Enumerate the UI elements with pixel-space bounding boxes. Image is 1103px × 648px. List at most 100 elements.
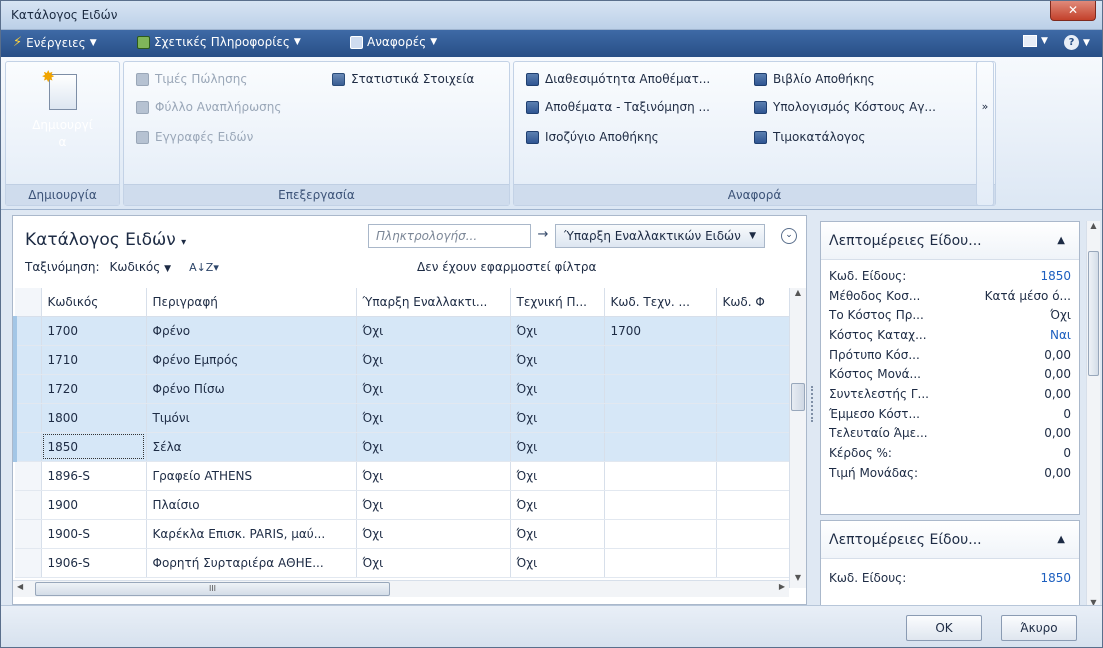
lightning-icon: ⚡ bbox=[13, 35, 23, 50]
item-details-factbox: Λεπτομέρειες Είδου... ▲ Κωδ. Είδους: 1850 … bbox=[820, 221, 1080, 515]
new-button[interactable]: ✸ Δημιουργί α bbox=[6, 66, 119, 181]
cell-vendor-code bbox=[716, 490, 789, 520]
row-selector[interactable] bbox=[13, 374, 42, 404]
table-row[interactable]: 1906-S Φορητή Συρταριέρα ΑΘΗΕ... Όχι Όχι bbox=[15, 548, 789, 578]
factbox-row: Μέθοδος Κοσ... Κατά μέσο ό... bbox=[821, 286, 1079, 306]
sort-field-select[interactable]: Κωδικός ▼ bbox=[110, 260, 172, 274]
item-details-factbox-2: Λεπτομέρειες Είδου... ▲ Κωδ. Είδους: 1850 bbox=[820, 520, 1080, 606]
column-header-technical[interactable]: Τεχνική Π... bbox=[510, 288, 605, 317]
help-menu[interactable]: ? ▼ bbox=[1064, 35, 1090, 50]
ledger-icon bbox=[136, 130, 149, 144]
table-row[interactable]: 1900 Πλαίσιο Όχι Όχι bbox=[15, 490, 789, 520]
scroll-right-icon[interactable]: ▶ bbox=[779, 582, 785, 591]
requisition-worksheet-button[interactable]: Φύλλο Αναπλήρωσης bbox=[136, 100, 281, 114]
statistics-label: Στατιστικά Στοιχεία bbox=[351, 72, 475, 86]
scroll-thumb[interactable] bbox=[1088, 251, 1099, 376]
statistics-button[interactable]: Στατιστικά Στοιχεία bbox=[332, 72, 474, 86]
cost-calculation-button[interactable]: Υπολογισμός Κόστους Αγ... bbox=[754, 100, 936, 114]
scroll-up-icon[interactable]: ▲ bbox=[790, 288, 806, 297]
factbox-header[interactable]: Λεπτομέρειες Είδου... ▲ bbox=[821, 521, 1079, 559]
inventory-sorting-button[interactable]: Αποθέματα - Ταξινόμηση ... bbox=[526, 100, 710, 114]
scroll-down-icon[interactable]: ▼ bbox=[790, 573, 806, 582]
table-row[interactable]: 1896-S Γραφείο ATHENS Όχι Όχι bbox=[15, 461, 789, 491]
group-label-report: Αναφορά bbox=[514, 184, 995, 205]
cancel-button[interactable]: Άκυρο bbox=[1001, 615, 1077, 641]
filter-field-select[interactable]: Ύπαρξη Εναλλακτικών Ειδών ▼ bbox=[555, 224, 765, 248]
cell-tech-code bbox=[604, 519, 717, 549]
grid-horizontal-scrollbar[interactable]: ◀ III ▶ bbox=[13, 580, 789, 597]
close-icon: ✕ bbox=[1067, 3, 1079, 17]
apply-filter-button[interactable]: → bbox=[533, 224, 553, 248]
column-header-code[interactable]: Κωδικός bbox=[41, 288, 147, 317]
header-row: Κωδικός Περιγραφή Ύπαρξη Εναλλακτι... Τε… bbox=[15, 288, 789, 317]
factbox-row: Συντελεστής Γ... 0,00 bbox=[821, 384, 1079, 404]
factbox-header[interactable]: Λεπτομέρειες Είδου... ▲ bbox=[821, 222, 1079, 260]
splitter-handle[interactable] bbox=[811, 386, 815, 422]
factbox-title: Λεπτομέρειες Είδου... bbox=[829, 233, 982, 249]
ribbon-group-report: Διαθεσιμότητα Αποθέματ... Αποθέματα - Τα… bbox=[513, 61, 996, 206]
price-list-button[interactable]: Τιμοκατάλογος bbox=[754, 130, 865, 144]
cell-description: Πλαίσιο bbox=[146, 490, 357, 520]
factbox-pane: Λεπτομέρειες Είδου... ▲ Κωδ. Είδους: 1850 … bbox=[818, 215, 1100, 611]
actions-menu[interactable]: ⚡ Ενέργειες ▼ bbox=[13, 35, 97, 50]
field-value-link[interactable]: Ναι bbox=[1050, 328, 1071, 342]
field-value-link[interactable]: 1850 bbox=[1040, 269, 1071, 283]
row-selector[interactable] bbox=[15, 461, 42, 491]
report-icon bbox=[754, 72, 767, 86]
row-selector[interactable] bbox=[13, 403, 42, 433]
item-grid: Κωδικός Περιγραφή Ύπαρξη Εναλλακτι... Τε… bbox=[13, 288, 789, 580]
table-row[interactable]: 1720 Φρένο Πίσω Όχι Όχι bbox=[13, 374, 789, 404]
row-selector[interactable] bbox=[13, 345, 42, 375]
ok-button[interactable]: OK bbox=[906, 615, 982, 641]
inventory-ledger-button[interactable]: Βιβλίο Αποθήκης bbox=[754, 72, 875, 86]
factbox-row: Κωδ. Είδους: 1850 bbox=[821, 266, 1079, 286]
factbox-scrollbar[interactable]: ▲ ▼ bbox=[1086, 221, 1100, 611]
scroll-left-icon[interactable]: ◀ bbox=[17, 582, 23, 591]
row-selector[interactable] bbox=[15, 490, 42, 520]
table-row[interactable]: 1900-S Καρέκλα Επισκ. PARIS, μαύ... Όχι Όχι bbox=[15, 519, 789, 549]
row-selector[interactable] bbox=[13, 316, 42, 346]
column-header-vendor-code[interactable]: Κωδ. Φ bbox=[716, 288, 789, 317]
close-button[interactable]: ✕ bbox=[1050, 1, 1096, 21]
related-info-icon bbox=[137, 35, 150, 49]
table-row[interactable]: 1710 Φρένο Εμπρός Όχι Όχι bbox=[13, 345, 789, 375]
inventory-balance-button[interactable]: Ισοζύγιο Αποθήκης bbox=[526, 130, 659, 144]
field-value: 0 bbox=[1063, 406, 1071, 421]
cell-tech-code bbox=[604, 548, 717, 578]
inventory-availability-button[interactable]: Διαθεσιμότητα Αποθέματ... bbox=[526, 72, 710, 86]
field-value: 0,00 bbox=[1044, 367, 1071, 382]
table-row[interactable]: 1800 Τιμόνι Όχι Όχι bbox=[13, 403, 789, 433]
field-label: Τιμή Μονάδας: bbox=[829, 465, 919, 480]
column-header-tech-code[interactable]: Κωδ. Τεχν. ... bbox=[604, 288, 717, 317]
column-header-description[interactable]: Περιγραφή bbox=[146, 288, 357, 317]
table-row[interactable]: 1850 Σέλα Όχι Όχι bbox=[13, 432, 789, 462]
sort-direction-icon[interactable]: A↓Z▾ bbox=[189, 261, 219, 274]
grid-vertical-scrollbar[interactable]: ▲ ▼ bbox=[789, 288, 806, 588]
field-value: Όχι bbox=[1050, 308, 1071, 323]
expand-filter-button[interactable]: ⌄ bbox=[781, 228, 797, 244]
related-info-menu[interactable]: Σχετικές Πληροφορίες ▼ bbox=[137, 35, 301, 49]
field-value-link[interactable]: 1850 bbox=[1040, 571, 1071, 585]
sales-prices-button[interactable]: Τιμές Πώλησης bbox=[136, 72, 247, 86]
list-title[interactable]: Κατάλογος Ειδών ▾ bbox=[25, 230, 186, 250]
report-icon bbox=[526, 100, 539, 114]
actions-label: Ενέργειες bbox=[26, 35, 86, 50]
reports-icon bbox=[350, 35, 363, 49]
filter-input[interactable]: Πληκτρολογήσ... bbox=[368, 224, 531, 248]
cell-alternative: Όχι bbox=[356, 345, 511, 375]
scroll-up-icon[interactable]: ▲ bbox=[1087, 221, 1100, 230]
scroll-thumb[interactable]: III bbox=[35, 582, 390, 596]
group-label-create: Δημιουργία bbox=[6, 184, 119, 205]
row-selector[interactable] bbox=[15, 548, 42, 578]
row-selector[interactable] bbox=[15, 519, 42, 549]
scroll-thumb[interactable] bbox=[791, 383, 805, 411]
more-reports-button[interactable]: » bbox=[976, 61, 994, 206]
row-selector[interactable] bbox=[13, 432, 42, 462]
layout-icon bbox=[1023, 35, 1037, 47]
table-row[interactable]: 1700 Φρένο Όχι Όχι 1700 bbox=[13, 316, 789, 346]
layout-menu[interactable]: ▼ bbox=[1023, 35, 1048, 47]
column-header-alternative[interactable]: Ύπαρξη Εναλλακτι... bbox=[356, 288, 511, 317]
reports-menu[interactable]: Αναφορές ▼ bbox=[350, 35, 437, 49]
cell-technical: Όχι bbox=[510, 403, 605, 433]
item-ledger-entries-button[interactable]: Εγγραφές Ειδών bbox=[136, 130, 253, 144]
